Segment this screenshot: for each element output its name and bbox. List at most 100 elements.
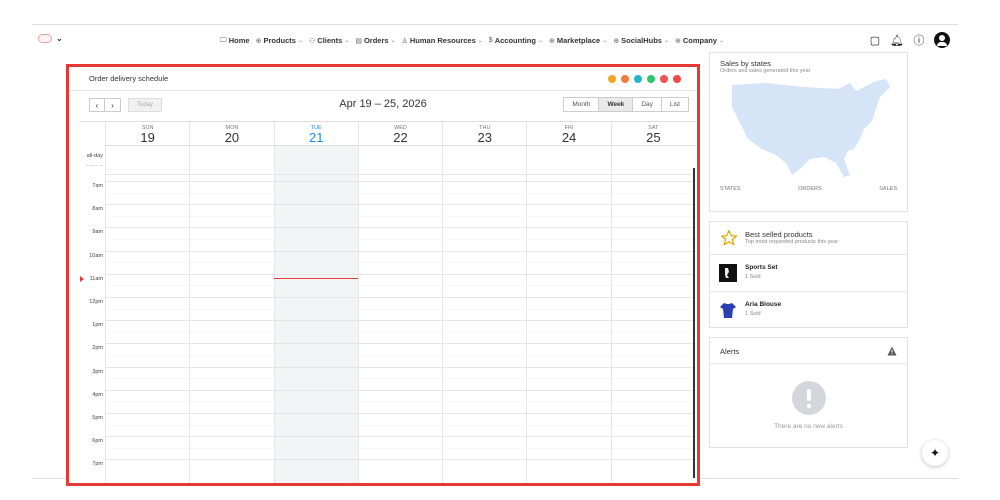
half-hour-line: [105, 378, 695, 380]
color-dot[interactable]: [673, 74, 681, 83]
color-dot[interactable]: [608, 74, 616, 83]
globe-icon: ⊕: [674, 37, 681, 45]
avatar[interactable]: [934, 32, 950, 48]
hour-line: [105, 174, 695, 175]
help-icon[interactable]: ⓘ: [912, 33, 926, 47]
dollar-icon: $: [488, 37, 493, 44]
nav-item-human-resources[interactable]: ♙ Human Resources ⌄: [402, 36, 483, 45]
ai-assistant-button[interactable]: ✦: [922, 440, 948, 466]
half-hour-line: [105, 262, 695, 264]
day-column[interactable]: [442, 146, 526, 483]
hour-line: [105, 366, 695, 368]
view-week-button[interactable]: Week: [599, 97, 634, 112]
time-label: 3pm: [92, 368, 103, 375]
time-label: 10am: [89, 252, 103, 259]
nav-item-products[interactable]: ⊕ Products ⌄: [256, 36, 303, 45]
day-date: 25: [646, 130, 661, 145]
day-header-wed[interactable]: WED 22: [357, 122, 442, 145]
half-hour-line: [105, 169, 695, 171]
day-column[interactable]: [273, 146, 358, 483]
product-sold: 1 Sold: [745, 274, 761, 280]
nav-item-label: Company: [682, 36, 718, 45]
day-column[interactable]: [189, 146, 273, 483]
half-hour-line: [105, 447, 695, 449]
best-products-panel: Best selled products Top most requested …: [709, 221, 908, 328]
nav-item-home[interactable]: 🖵 Home: [220, 36, 250, 45]
day-date: 22: [393, 130, 408, 145]
current-time-line: [273, 277, 358, 279]
chevron-down-icon: ⌄: [477, 38, 483, 44]
day-columns: [105, 146, 695, 483]
day-header-tue[interactable]: TUE 21: [273, 122, 358, 145]
time-label: 1pm: [92, 322, 103, 329]
nav-item-label: Human Resources: [409, 36, 476, 45]
notes-icon[interactable]: ▢: [868, 33, 882, 47]
hour-line: [105, 181, 695, 182]
color-dot[interactable]: [621, 74, 629, 83]
chevron-down-icon: ⌄: [537, 38, 543, 44]
day-header-sun[interactable]: SUN 19: [105, 122, 189, 145]
warning-icon: [887, 346, 897, 356]
day-date: 19: [140, 130, 155, 145]
day-date: 21: [308, 130, 324, 145]
globe-icon: ⊕: [613, 37, 620, 45]
day-column[interactable]: [357, 146, 442, 483]
nav-item-label: Clients: [317, 36, 343, 45]
calendar-header: Order delivery schedule: [69, 67, 697, 91]
sales-column-states: STATES: [720, 186, 741, 192]
hour-line: [105, 389, 695, 391]
time-label: 5pm: [92, 415, 103, 421]
hour-line: [105, 459, 695, 461]
product-name: Aria Blouse: [745, 301, 782, 308]
color-dots: [608, 74, 681, 83]
view-day-button[interactable]: Day: [633, 97, 662, 112]
nav-item-clients[interactable]: ⚇ Clients ⌄: [309, 36, 349, 45]
time-label: 4pm: [92, 391, 103, 398]
hour-line: [105, 204, 695, 206]
sports-set-thumbnail: [719, 264, 737, 282]
hour-line: [105, 413, 695, 414]
nav-item-orders[interactable]: ▤ Orders ⌄: [355, 36, 395, 45]
chevron-down-icon: ⌄: [344, 38, 350, 44]
day-header-fri[interactable]: FRI 24: [526, 122, 610, 145]
day-column[interactable]: [105, 146, 189, 483]
color-dot[interactable]: [634, 74, 642, 83]
hour-line: [105, 320, 695, 322]
alerts-panel: Alerts There are no new alerts: [709, 337, 908, 448]
view-list-button[interactable]: List: [661, 97, 689, 112]
product-row[interactable]: Aria Blouse 1 Sold: [710, 291, 907, 328]
calendar-scrollbar[interactable]: [693, 168, 695, 478]
week-grid: SUN 19 MON 20 TUE 21 WED 22 THU 23 FRI 24 SAT 25 all-…: [79, 121, 695, 483]
day-column[interactable]: [610, 146, 695, 483]
day-column[interactable]: [526, 146, 610, 483]
day-header-thu[interactable]: THU 23: [442, 122, 526, 145]
bell-icon[interactable]: 🔔︎: [890, 33, 904, 47]
map-shape: [732, 79, 890, 177]
header-actions: ▢ 🔔︎ ⓘ: [868, 32, 950, 48]
nav-item-label: Products: [263, 36, 296, 45]
product-row[interactable]: Sports Set 1 Sold: [710, 254, 907, 291]
logo-badge: [38, 34, 52, 43]
color-dot[interactable]: [660, 74, 668, 83]
nav-item-socialhubs[interactable]: ⊕ SocialHubs ⌄: [613, 36, 669, 45]
delivery-calendar: Order delivery schedule ‹ › Today Apr 19…: [66, 64, 700, 486]
nav-item-marketplace[interactable]: ⊕ Marketplace ⌄: [549, 36, 607, 45]
best-products-subtitle: Top most requested products this year: [745, 239, 839, 245]
nav-item-label: Orders: [363, 36, 389, 45]
hour-line: [105, 343, 695, 345]
day-header-mon[interactable]: MON 20: [189, 122, 273, 145]
company-logo[interactable]: ⌄: [38, 34, 63, 43]
time-label: 7am: [92, 183, 103, 189]
view-month-button[interactable]: Month: [563, 97, 600, 112]
monitor-icon: 🖵: [220, 36, 227, 44]
calendar-title: Order delivery schedule: [89, 74, 169, 83]
sales-title: Sales by states: [720, 59, 771, 68]
aria-blouse-thumbnail: [720, 303, 736, 318]
color-dot[interactable]: [647, 74, 655, 83]
day-header-sat[interactable]: SAT 25: [610, 122, 695, 145]
sales-subtitle: Orders and sales generated this year: [720, 68, 811, 74]
chevron-down-icon: ⌄: [390, 38, 396, 44]
nav-item-company[interactable]: ⊕ Company ⌄: [675, 36, 724, 45]
nav-item-accounting[interactable]: $ Accounting ⌄: [489, 36, 543, 45]
time-grid[interactable]: all-day – – – –7am 8am 9am 10am 11am 12pm 1pm 2p…: [79, 146, 695, 483]
